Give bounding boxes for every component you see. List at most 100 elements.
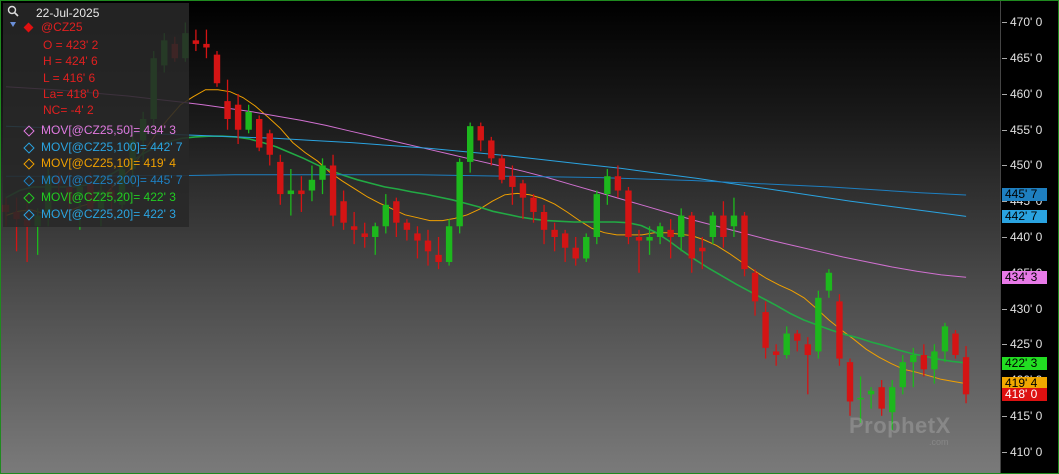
candle[interactable] xyxy=(899,355,906,395)
candle[interactable] xyxy=(308,165,316,202)
price-tag: 434' 3 xyxy=(1002,270,1047,284)
candle[interactable] xyxy=(593,190,600,245)
candle[interactable] xyxy=(350,211,358,245)
candle[interactable] xyxy=(667,219,674,259)
candle[interactable] xyxy=(467,122,474,173)
y-tick-label: 425' 0 xyxy=(1010,337,1043,352)
candle[interactable] xyxy=(372,222,379,255)
candle[interactable] xyxy=(635,229,643,273)
candle[interactable] xyxy=(245,104,252,134)
candle[interactable] xyxy=(867,387,875,409)
candle[interactable] xyxy=(414,226,421,259)
candle[interactable] xyxy=(678,208,685,252)
candle[interactable] xyxy=(519,179,527,220)
candle[interactable] xyxy=(656,222,664,245)
indicator-label[interactable]: MOV[@CZ25,200]= 445' 7 xyxy=(41,173,183,189)
indicator-diamond-icon[interactable] xyxy=(23,125,35,137)
candle[interactable] xyxy=(878,380,885,416)
candle[interactable] xyxy=(424,229,432,266)
candle[interactable] xyxy=(551,222,558,252)
candle[interactable] xyxy=(509,165,516,205)
candle[interactable] xyxy=(699,237,706,270)
candle-body xyxy=(952,333,959,355)
indicator-diamond-icon[interactable] xyxy=(23,175,35,187)
candle-body xyxy=(804,344,811,355)
candle[interactable] xyxy=(498,154,506,184)
candle[interactable] xyxy=(815,290,822,359)
candle[interactable] xyxy=(846,358,854,416)
candle[interactable] xyxy=(836,294,843,366)
candle[interactable] xyxy=(203,29,210,59)
candle[interactable] xyxy=(962,346,970,404)
candle[interactable] xyxy=(751,269,759,316)
candle[interactable] xyxy=(583,233,590,263)
candle-body xyxy=(794,333,801,341)
indicator-label[interactable]: MOV[@CZ25,20]= 422' 3 xyxy=(41,207,176,223)
indicator-diamond-icon[interactable] xyxy=(23,142,35,154)
candle[interactable] xyxy=(287,169,295,216)
candle[interactable] xyxy=(794,329,801,352)
candle[interactable] xyxy=(572,237,579,266)
candle[interactable] xyxy=(477,122,484,152)
indicator-label[interactable]: MOV[@CZ25,10]= 419' 4 xyxy=(41,156,176,172)
candle-body xyxy=(319,165,326,180)
candle[interactable] xyxy=(298,176,305,212)
price-tag: 418' 0 xyxy=(1002,387,1047,401)
candle[interactable] xyxy=(435,237,442,270)
indicator-label[interactable]: MOV[@CZ25,100]= 442' 7 xyxy=(41,140,183,156)
candle[interactable] xyxy=(266,129,273,166)
candle-body xyxy=(509,176,516,187)
candle[interactable] xyxy=(340,190,347,230)
candle-body xyxy=(403,222,411,230)
candle-body xyxy=(414,233,421,241)
candle[interactable] xyxy=(488,136,495,166)
indicator-diamond-icon[interactable] xyxy=(23,192,35,204)
candle-body xyxy=(456,161,463,227)
candle-body xyxy=(899,362,906,388)
candle-body xyxy=(256,119,263,148)
indicator-label[interactable]: MOV[@CZ25,20]= 422' 3 xyxy=(41,190,176,206)
candle[interactable] xyxy=(361,222,368,248)
candle[interactable] xyxy=(783,326,790,359)
candle[interactable] xyxy=(804,337,811,395)
candle-body xyxy=(867,390,875,395)
candle[interactable] xyxy=(614,165,622,198)
ohlc-value: L = 416' 6 xyxy=(43,70,96,85)
candle[interactable] xyxy=(224,79,231,130)
candle-body xyxy=(614,176,622,191)
candle[interactable] xyxy=(382,194,389,234)
candle[interactable] xyxy=(941,322,949,363)
candle[interactable] xyxy=(192,29,200,52)
collapse-arrow-icon[interactable] xyxy=(10,22,16,27)
candle[interactable] xyxy=(393,197,400,237)
candle[interactable] xyxy=(772,344,780,366)
candle[interactable] xyxy=(625,186,632,245)
indicator-diamond-icon[interactable] xyxy=(23,208,35,221)
candle[interactable] xyxy=(720,201,727,248)
candle[interactable] xyxy=(604,169,611,205)
candle[interactable] xyxy=(445,219,453,266)
candle[interactable] xyxy=(920,344,928,377)
candle[interactable] xyxy=(256,115,263,152)
candle[interactable] xyxy=(213,51,221,87)
candle-body xyxy=(477,126,484,141)
candle[interactable] xyxy=(540,204,548,245)
candle[interactable] xyxy=(709,211,717,245)
symbol-diamond-icon xyxy=(23,22,34,33)
candle[interactable] xyxy=(952,329,959,359)
candle[interactable] xyxy=(329,154,337,227)
candle[interactable] xyxy=(762,301,769,359)
y-tick-mark xyxy=(1002,308,1007,310)
candle[interactable] xyxy=(825,269,833,298)
indicator-label[interactable]: MOV[@CZ25,50]= 434' 3 xyxy=(41,123,176,139)
price-tag: 422' 3 xyxy=(1002,356,1047,370)
candle[interactable] xyxy=(456,158,463,234)
candle[interactable] xyxy=(741,211,748,277)
magnifier-icon[interactable] xyxy=(7,5,19,17)
candle[interactable] xyxy=(688,211,695,273)
candle-body xyxy=(667,229,674,237)
candle[interactable] xyxy=(277,154,284,205)
candle[interactable] xyxy=(561,229,569,263)
candle[interactable] xyxy=(403,219,411,241)
indicator-diamond-icon[interactable] xyxy=(23,158,35,171)
